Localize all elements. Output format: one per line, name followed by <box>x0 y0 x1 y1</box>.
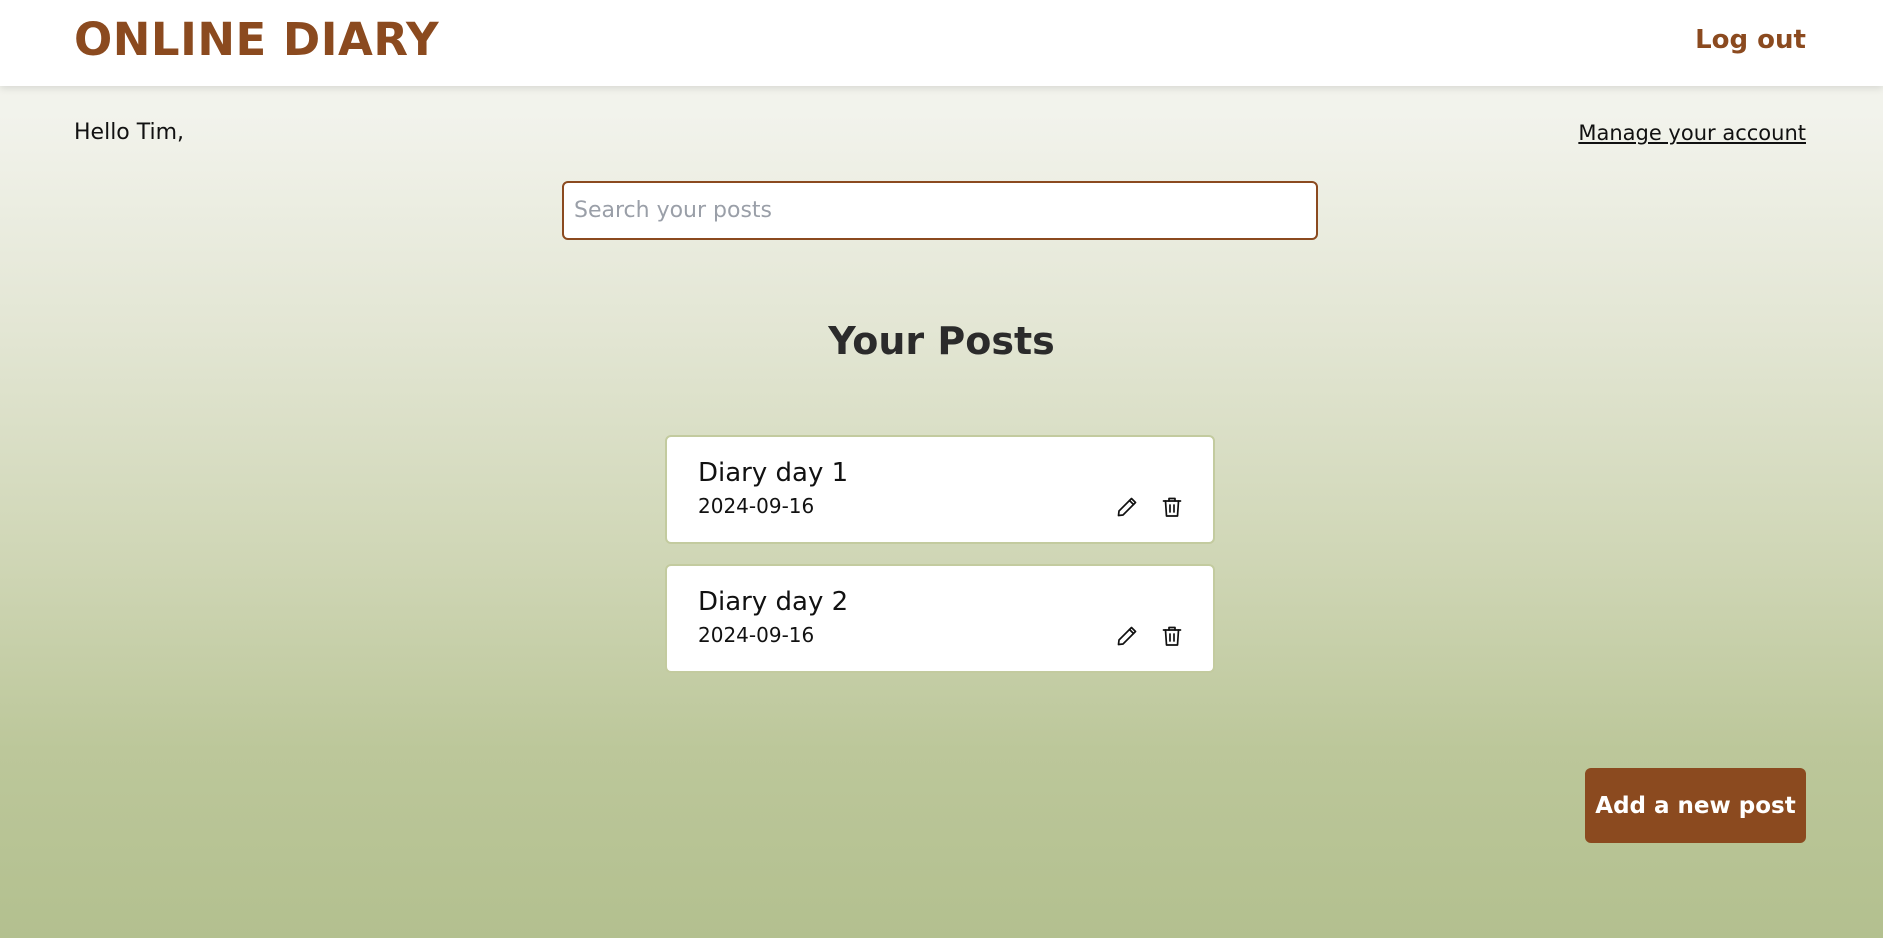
pencil-icon <box>1117 626 1137 646</box>
edit-post-button[interactable] <box>1113 493 1141 521</box>
post-card[interactable]: Diary day 2 2024-09-16 <box>665 564 1215 673</box>
greeting-text: Hello Tim, <box>74 120 185 145</box>
top-navbar: ONLINE DIARY Log out <box>0 0 1883 86</box>
post-date: 2024-09-16 <box>698 623 815 647</box>
logout-link[interactable]: Log out <box>1695 24 1806 56</box>
site-logo[interactable]: ONLINE DIARY <box>74 14 439 66</box>
edit-post-button[interactable] <box>1113 622 1141 650</box>
delete-post-button[interactable] <box>1158 622 1186 650</box>
search-input[interactable] <box>562 181 1318 240</box>
page-title: Your Posts <box>828 319 1055 363</box>
trash-icon <box>1162 497 1182 517</box>
post-title[interactable]: Diary day 1 <box>698 457 848 489</box>
delete-post-button[interactable] <box>1158 493 1186 521</box>
trash-icon <box>1162 626 1182 646</box>
manage-account-link[interactable]: Manage your account <box>1578 120 1806 146</box>
post-card[interactable]: Diary day 1 2024-09-16 <box>665 435 1215 544</box>
post-title[interactable]: Diary day 2 <box>698 586 848 618</box>
add-new-post-button[interactable]: Add a new post <box>1585 768 1806 843</box>
pencil-icon <box>1117 497 1137 517</box>
post-date: 2024-09-16 <box>698 494 815 518</box>
